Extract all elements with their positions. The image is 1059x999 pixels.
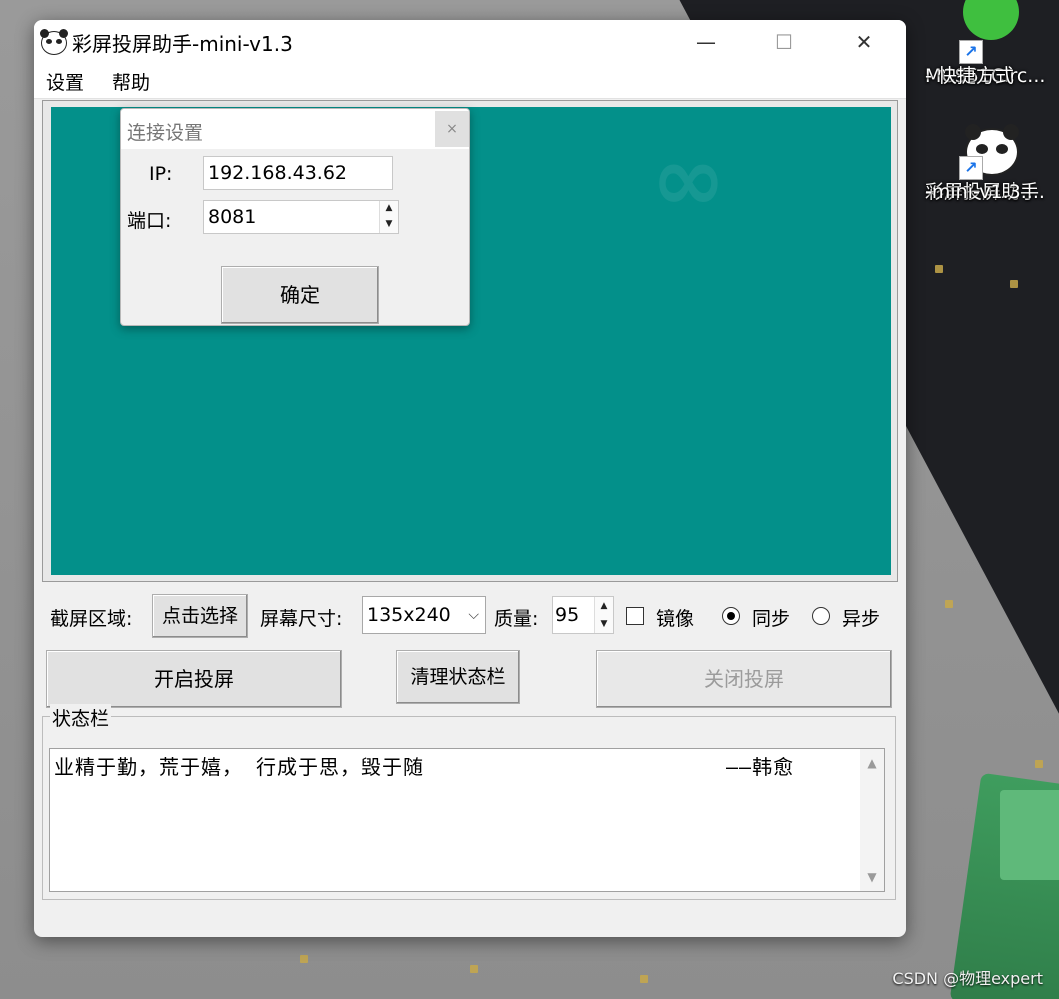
spin-down-icon[interactable]: ▼ (595, 615, 613, 633)
menu-help[interactable]: 帮助 (112, 68, 150, 95)
menu-settings[interactable]: 设置 (46, 68, 84, 95)
async-label: 异步 (842, 608, 881, 630)
spin-up-icon[interactable]: ▲ (595, 597, 613, 615)
port-value: 8081 (208, 206, 257, 228)
scroll-up-icon[interactable]: ▲ (860, 753, 884, 773)
mirror-label: 镜像 (656, 608, 695, 630)
minimize-button[interactable]: — (670, 20, 742, 64)
status-line: 业精于勤，荒于嬉， 行成于思，毁于随 (54, 755, 425, 779)
shortcut-arrow-icon: ↗ (959, 156, 983, 180)
start-cast-button[interactable]: 开启投屏 (46, 650, 342, 708)
connection-settings-dialog: 连接设置 × IP: 192.168.43.62 端口: 8081 ▲ ▼ 确定 (120, 108, 470, 326)
capture-select-button[interactable]: 点击选择 (152, 594, 248, 638)
panda-icon (40, 28, 68, 56)
quality-spinner[interactable]: ▲ ▼ (594, 597, 613, 633)
maximize-button[interactable]: ☐ (748, 20, 820, 64)
chevron-down-icon: ⌵ (468, 607, 479, 623)
screen-size-label: 屏幕尺寸: (260, 608, 343, 630)
port-spinner[interactable]: ▲ ▼ (379, 201, 398, 233)
ip-input[interactable]: 192.168.43.62 (203, 156, 393, 190)
window-title: 彩屏投屏助手-mini-v1.3 (72, 32, 293, 56)
stop-cast-button[interactable]: 关闭投屏 (596, 650, 892, 708)
csdn-watermark: CSDN @物理expert (892, 969, 1043, 988)
capture-area-label: 截屏区域: (50, 608, 133, 630)
spin-up-icon[interactable]: ▲ (380, 201, 398, 217)
ip-label: IP: (149, 163, 173, 185)
status-legend: 状态栏 (50, 704, 112, 731)
desktop-icon-sublabel: -mini-v1.3.... (925, 181, 1045, 203)
pcb-pad (945, 600, 953, 608)
status-scrollbar[interactable]: ▲ ▼ (860, 749, 884, 891)
scroll-down-icon[interactable]: ▼ (860, 867, 884, 887)
pcb-pad (640, 975, 648, 983)
quality-value: 95 (555, 604, 580, 626)
desktop-wallpaper-connector-top (1000, 790, 1059, 880)
quality-label: 质量: (494, 608, 539, 630)
async-radio[interactable] (812, 607, 830, 625)
clear-status-button[interactable]: 清理状态栏 (396, 650, 520, 704)
desktop-icon-mcs51[interactable]: ↗ MCS51Circ... - 快捷方式 (925, 0, 1055, 87)
desktop-icon-screencast[interactable]: ↗ 彩屏投屏助手 -mini-v1.3.... (925, 120, 1055, 203)
screen-size-select[interactable]: 135x240 ⌵ (362, 596, 486, 634)
desktop-icon-sublabel: - 快捷方式 (925, 65, 1014, 87)
main-window: 彩屏投屏助手-mini-v1.3 — ☐ ✕ 设置 帮助 ∞ 连接设置 × IP… (34, 20, 906, 937)
sync-label: 同步 (752, 608, 791, 630)
pcb-pad (1010, 280, 1018, 288)
screen-size-value: 135x240 (367, 604, 451, 626)
title-bar[interactable]: 彩屏投屏助手-mini-v1.3 — ☐ ✕ (34, 20, 906, 64)
pcb-pad (1035, 760, 1043, 768)
ok-button[interactable]: 确定 (221, 266, 379, 324)
panda-app-icon: ↗ (959, 120, 1019, 180)
dialog-title-bar[interactable]: 连接设置 × (121, 109, 469, 149)
pcb-pad (935, 265, 943, 273)
mcs51-app-icon: ↗ (959, 0, 1019, 64)
port-input[interactable]: 8081 ▲ ▼ (203, 200, 399, 234)
mirror-checkbox[interactable] (626, 607, 644, 625)
pcb-pad (300, 955, 308, 963)
sync-radio[interactable] (722, 607, 740, 625)
status-author: ——韩愈 (726, 755, 795, 779)
port-label: 端口: (127, 210, 172, 232)
menu-bar: 设置 帮助 (34, 64, 906, 99)
pcb-pad (470, 965, 478, 973)
preview-ghost-logo: ∞ (651, 127, 726, 232)
close-button[interactable]: ✕ (828, 20, 900, 64)
dialog-title: 连接设置 (127, 122, 204, 144)
quality-input[interactable]: 95 ▲ ▼ (552, 596, 614, 634)
dialog-close-button[interactable]: × (435, 111, 469, 147)
status-textarea[interactable]: 业精于勤，荒于嬉， 行成于思，毁于随 ——韩愈 ▲ ▼ (49, 748, 885, 892)
shortcut-arrow-icon: ↗ (959, 40, 983, 64)
spin-down-icon[interactable]: ▼ (380, 217, 398, 233)
